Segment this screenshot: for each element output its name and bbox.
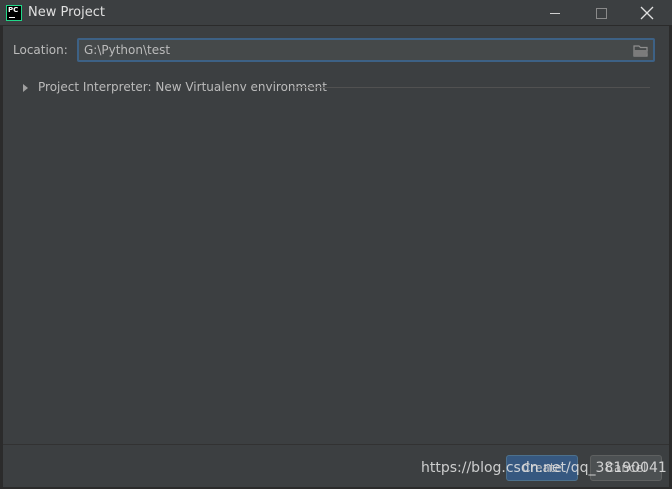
location-input[interactable]: G:\Python\test — [77, 38, 655, 62]
footer-divider — [3, 444, 669, 445]
maximize-button[interactable] — [578, 0, 624, 26]
project-interpreter-label[interactable]: Project Interpreter: New Virtualenv envi… — [38, 80, 327, 94]
close-button[interactable] — [624, 0, 670, 26]
section-divider — [294, 87, 650, 88]
maximize-icon — [596, 8, 607, 19]
expand-arrow-icon[interactable] — [22, 83, 30, 93]
window-title: New Project — [28, 5, 105, 20]
watermark-text: https://blog.csdn.net/qq_38190041 — [421, 460, 667, 476]
location-label: Location: — [13, 43, 68, 57]
folder-icon[interactable] — [633, 44, 649, 58]
pycharm-logo-icon: PC — [6, 5, 22, 21]
title-bar: PC New Project — [0, 0, 672, 26]
minimize-icon — [550, 13, 560, 14]
window-frame-left — [0, 26, 3, 489]
close-icon — [640, 6, 654, 20]
location-value[interactable]: G:\Python\test — [84, 43, 170, 57]
minimize-button[interactable] — [532, 0, 578, 26]
project-interpreter-section[interactable]: Project Interpreter: New Virtualenv envi… — [22, 80, 652, 96]
app-icon-text: PC — [8, 6, 19, 14]
